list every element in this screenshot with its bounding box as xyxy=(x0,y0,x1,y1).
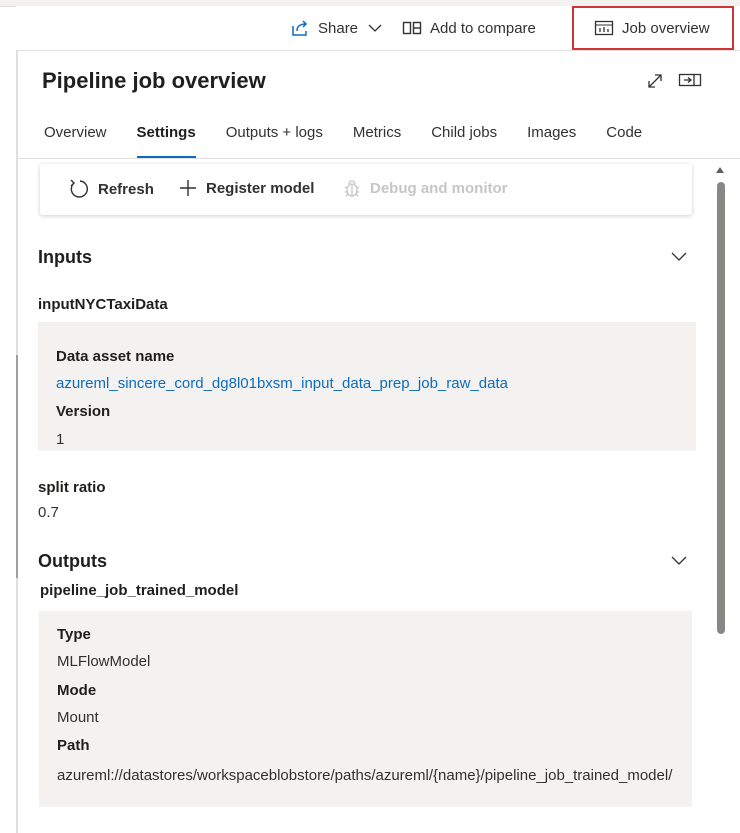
debug-and-monitor-button: Debug and monitor xyxy=(342,178,508,198)
chevron-down-icon[interactable] xyxy=(670,554,688,566)
data-asset-name-link[interactable]: azureml_sincere_cord_dg8l01bxsm_input_da… xyxy=(56,375,508,392)
page-title: Pipeline job overview xyxy=(42,68,266,93)
share-button[interactable]: Share xyxy=(290,15,382,41)
version-label: Version xyxy=(56,403,111,420)
dock-panel-icon[interactable] xyxy=(678,72,702,88)
data-asset-name-label: Data asset name xyxy=(56,348,175,365)
outputs-heading: Outputs xyxy=(38,551,107,571)
tab-overview[interactable]: Overview xyxy=(44,124,107,158)
action-bar: Refresh Register model Debug and monitor xyxy=(40,164,692,215)
tabs-divider xyxy=(18,158,740,159)
mode-label: Mode xyxy=(57,682,97,699)
output-detail-card: Type MLFlowModel Mode Mount Path azureml… xyxy=(39,611,692,807)
tab-metrics[interactable]: Metrics xyxy=(353,124,401,158)
path-value: azureml://datastores/workspaceblobstore/… xyxy=(57,767,673,784)
job-overview-button[interactable]: Job overview xyxy=(572,6,734,50)
output-name: pipeline_job_trained_model xyxy=(40,582,239,599)
input-detail-card: Data asset name azureml_sincere_cord_dg8… xyxy=(38,322,696,451)
scrollbar-thumb[interactable] xyxy=(717,182,725,634)
split-ratio-value: 0.7 xyxy=(38,504,59,521)
split-ratio-label: split ratio xyxy=(38,479,106,496)
job-overview-label: Job overview xyxy=(622,19,710,37)
tab-child-jobs[interactable]: Child jobs xyxy=(431,124,497,158)
share-label: Share xyxy=(318,19,359,37)
command-toolbar: Share Add to compare Job overview xyxy=(16,6,740,51)
tab-settings[interactable]: Settings xyxy=(136,124,196,158)
compare-label: Add to compare xyxy=(430,19,536,37)
tab-code[interactable]: Code xyxy=(606,124,642,158)
register-model-label: Register model xyxy=(206,179,315,197)
expand-icon[interactable] xyxy=(646,72,664,90)
scrollbar[interactable] xyxy=(714,165,726,833)
tab-outputs-logs[interactable]: Outputs + logs xyxy=(226,124,323,158)
version-value: 1 xyxy=(56,431,65,448)
refresh-icon xyxy=(70,179,89,198)
register-model-button[interactable]: Register model xyxy=(178,178,314,198)
compare-icon xyxy=(402,21,422,35)
debug-and-monitor-label: Debug and monitor xyxy=(370,179,508,197)
tab-images[interactable]: Images xyxy=(527,124,576,158)
tab-list: Overview Settings Outputs + logs Metrics… xyxy=(44,124,672,158)
mode-value: Mount xyxy=(57,709,99,726)
chevron-down-icon[interactable] xyxy=(670,250,688,262)
refresh-label: Refresh xyxy=(98,180,154,198)
plus-icon xyxy=(180,180,196,196)
input-name: inputNYCTaxiData xyxy=(38,296,168,313)
chevron-down-icon xyxy=(368,24,382,32)
refresh-button[interactable]: Refresh xyxy=(68,178,154,200)
scroll-up-icon[interactable] xyxy=(716,167,724,173)
bug-icon xyxy=(344,180,360,197)
dashboard-icon xyxy=(594,20,614,36)
path-label: Path xyxy=(57,737,90,754)
share-icon xyxy=(292,20,308,36)
add-to-compare-button[interactable]: Add to compare xyxy=(402,15,536,41)
panel-left-marker xyxy=(16,355,18,578)
inputs-heading: Inputs xyxy=(38,247,92,267)
type-value: MLFlowModel xyxy=(57,653,151,670)
type-label: Type xyxy=(57,626,91,643)
